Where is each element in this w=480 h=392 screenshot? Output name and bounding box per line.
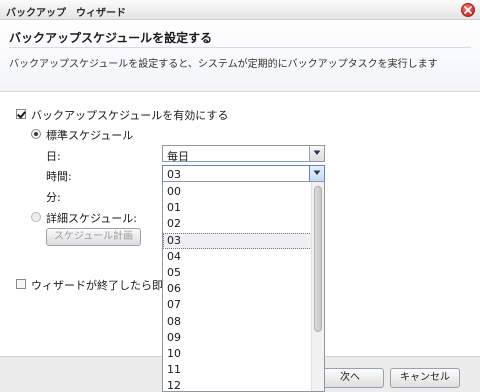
hour-option[interactable]: 10 <box>163 346 312 362</box>
day-select[interactable]: 毎日 <box>162 145 325 163</box>
page-title: バックアップスケジュールを設定する <box>9 31 213 45</box>
hour-option[interactable]: 05 <box>163 265 312 281</box>
enable-schedule-checkbox[interactable] <box>16 109 26 119</box>
close-icon <box>464 6 472 14</box>
title-bar: バックアップ ウィザード <box>0 0 480 20</box>
time-label: 時間: <box>46 170 72 183</box>
detailed-schedule-label: 詳細スケジュール: <box>46 212 137 225</box>
run-now-checkbox[interactable] <box>16 279 26 289</box>
day-label: 日: <box>46 150 61 163</box>
close-button[interactable] <box>461 3 475 17</box>
hour-option[interactable]: 08 <box>163 314 312 330</box>
hour-dropdown-list[interactable]: 00 01 02 03 04 05 06 07 08 09 10 11 12 <box>162 181 325 392</box>
standard-schedule-radio[interactable] <box>31 129 41 139</box>
wizard-header: バックアップスケジュールを設定する バックアップスケジュールを設定すると、システ… <box>0 20 480 92</box>
standard-schedule-label: 標準スケジュール <box>46 129 134 142</box>
hour-option[interactable]: 09 <box>163 330 312 346</box>
hour-option[interactable]: 06 <box>163 281 312 297</box>
detailed-schedule-radio[interactable] <box>31 212 41 222</box>
hour-option[interactable]: 04 <box>163 249 312 265</box>
time-select-value: 03 <box>167 168 181 181</box>
day-select-toggle[interactable] <box>309 146 324 161</box>
time-select-toggle[interactable] <box>309 166 324 181</box>
cancel-button[interactable]: キャンセル <box>390 368 460 388</box>
hour-option[interactable]: 01 <box>163 200 312 216</box>
window-title: バックアップ ウィザード <box>6 8 126 19</box>
schedule-plan-button[interactable]: スケジュール計画 <box>46 228 141 246</box>
page-description: バックアップスケジュールを設定すると、システムが定期的にバックアップタスクを実行… <box>9 59 438 70</box>
hour-options: 00 01 02 03 04 05 06 07 08 09 10 11 12 <box>163 184 312 391</box>
minute-label: 分: <box>46 191 61 204</box>
next-button[interactable]: 次へ <box>316 368 384 388</box>
dropdown-scrollbar[interactable] <box>311 182 324 391</box>
header-divider <box>9 47 471 48</box>
hour-option[interactable]: 11 <box>163 362 312 378</box>
scrollbar-thumb[interactable] <box>314 186 322 332</box>
hour-option[interactable]: 12 <box>163 378 312 391</box>
hour-option[interactable]: 03 <box>163 232 312 249</box>
time-select[interactable]: 03 <box>162 165 325 182</box>
hour-option[interactable]: 07 <box>163 297 312 313</box>
hour-option[interactable]: 00 <box>163 184 312 200</box>
day-select-value: 毎日 <box>167 150 189 163</box>
hour-option[interactable]: 02 <box>163 216 312 232</box>
chevron-down-icon <box>313 170 321 175</box>
chevron-down-icon <box>313 150 321 155</box>
enable-schedule-label: バックアップスケジュールを有効にする <box>31 109 229 122</box>
